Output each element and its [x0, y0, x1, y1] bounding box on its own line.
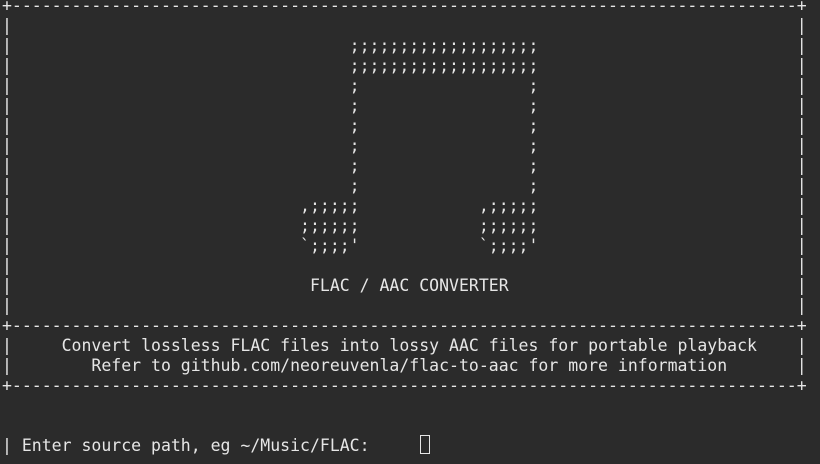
banner-line: | |	[2, 256, 807, 275]
ascii-art-line: | ; ; |	[2, 136, 807, 155]
ascii-art-line: | ;;;;;;;;;;;;;;;;;;; |	[2, 56, 807, 75]
source-path-prompt: | Enter source path, eg ~/Music/FLAC:	[2, 436, 370, 455]
ascii-art-line: | ; ; |	[2, 76, 807, 95]
banner-line: | |	[2, 16, 807, 35]
app-title: | FLAC / AAC CONVERTER |	[2, 276, 807, 295]
ascii-art-line: | ; ; |	[2, 176, 807, 195]
banner-bottom-border: +---------------------------------------…	[2, 376, 807, 395]
ascii-art-line: | ,;;;;; ,;;;;; |	[2, 196, 807, 215]
text-cursor[interactable]	[420, 435, 430, 454]
ascii-art-line: | ; ; |	[2, 116, 807, 135]
ascii-art-line: | ; ; |	[2, 156, 807, 175]
ascii-art-line: | ;;;;;;;;;;;;;;;;;;; |	[2, 36, 807, 55]
banner-top-border: +---------------------------------------…	[2, 0, 807, 15]
app-description: | Convert lossless FLAC files into lossy…	[2, 336, 807, 355]
ascii-art-line: | `;;;;' `;;;;' |	[2, 236, 807, 255]
ascii-art-line: | ;;;;;; ;;;;;; |	[2, 216, 807, 235]
banner-line: | |	[2, 296, 807, 315]
terminal-window[interactable]: +---------------------------------------…	[0, 0, 820, 464]
banner-divider: +---------------------------------------…	[2, 316, 807, 335]
ascii-art-line: | ; ; |	[2, 96, 807, 115]
app-reference: | Refer to github.com/neoreuvenla/flac-t…	[2, 356, 807, 375]
